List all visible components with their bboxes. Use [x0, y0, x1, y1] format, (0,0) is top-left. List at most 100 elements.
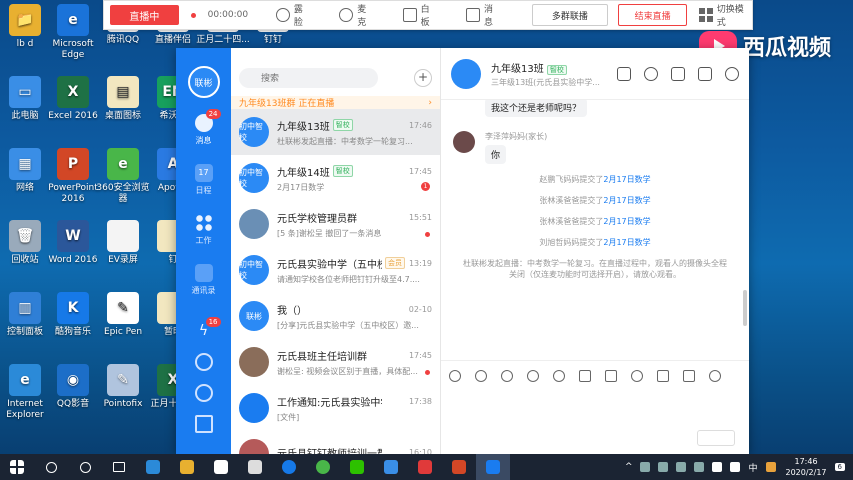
- add-button[interactable]: +: [414, 69, 432, 87]
- gif-icon[interactable]: [449, 369, 461, 382]
- chevron-right-icon: ›: [428, 97, 432, 108]
- conversation-item[interactable]: 初中智校元氏县实验中学（五中校...会员13:19 请通知学校各位老师把钉钉升级至…: [231, 247, 440, 293]
- image-icon[interactable]: [605, 369, 617, 382]
- doc-icon[interactable]: [709, 369, 721, 382]
- user-avatar[interactable]: 联彬: [187, 66, 220, 98]
- message-tool[interactable]: 消息: [466, 2, 501, 28]
- call-icon[interactable]: [631, 369, 643, 382]
- homework-link[interactable]: 2月17日数学: [603, 175, 650, 184]
- ime-icon[interactable]: [765, 462, 776, 472]
- clock-icon[interactable]: [644, 66, 658, 81]
- tray-icon-4[interactable]: [694, 462, 705, 472]
- system-tray: ^ 中 17:46 2020/2/17 6: [625, 456, 853, 478]
- conversation-body: 元氏县班主任培训群 17:45 谢松呈: 视频会议区别于直播，具体配...: [277, 348, 432, 377]
- conversation-name: 我（）: [277, 305, 307, 317]
- start-button[interactable]: [0, 454, 34, 480]
- nav-schedule[interactable]: 17 日程: [194, 164, 213, 196]
- recorder-icon: [418, 460, 432, 474]
- live-icon[interactable]: [698, 66, 712, 81]
- live-banner[interactable]: 九年级13班群 正在直播 ›: [231, 96, 440, 109]
- desktop-icon-glyph: ▦: [9, 148, 41, 180]
- thumb-icon[interactable]: [501, 369, 513, 382]
- emoji-icon[interactable]: [475, 369, 487, 382]
- conversation-item[interactable]: 工作通知:元氏县实验中学（五... 17:38 [文件]: [231, 385, 440, 431]
- taskbar-360[interactable]: [306, 454, 340, 480]
- nav-mail[interactable]: [194, 415, 213, 436]
- whiteboard-tool[interactable]: 白板: [402, 2, 438, 28]
- sender-avatar[interactable]: [453, 131, 475, 153]
- live-notice: 杜联彬发起直播：中考数学一轮复习。在直播过程中，观看人的摄像头全程关闭（仅连麦功…: [463, 259, 727, 279]
- live-status-button[interactable]: 直播中: [110, 5, 179, 25]
- message-input[interactable]: [441, 390, 749, 454]
- at-icon[interactable]: [553, 369, 565, 382]
- taskbar-slides[interactable]: [442, 454, 476, 480]
- folder-icon[interactable]: [671, 66, 685, 81]
- nav-phone[interactable]: [194, 353, 213, 374]
- chat-scrollbar[interactable]: [743, 290, 747, 326]
- homework-link[interactable]: 2月17日数学: [603, 238, 650, 247]
- watermark-text: 西瓜视频: [742, 36, 831, 61]
- multi-live-button[interactable]: 多群联播: [531, 4, 609, 26]
- taskbar-kugou[interactable]: [272, 454, 306, 480]
- network-icon[interactable]: [712, 462, 723, 472]
- notification-badge[interactable]: 6: [834, 463, 845, 471]
- taskbar-mail[interactable]: [238, 454, 272, 480]
- tray-icon-2[interactable]: [658, 462, 669, 472]
- cloud-icon: [194, 384, 213, 402]
- file-icon[interactable]: [579, 369, 591, 382]
- mail-icon-2[interactable]: [683, 369, 695, 382]
- nav-ding[interactable]: ϟ 16: [195, 317, 221, 343]
- speaker-icon[interactable]: [617, 66, 631, 81]
- cortana[interactable]: [68, 454, 102, 480]
- clock[interactable]: 17:46 2020/2/17: [786, 456, 827, 478]
- conversation-item[interactable]: 初中智校 九年级14班 智校 17:45 2月17日数学 1: [231, 155, 440, 201]
- conversation-row: 元氏县班主任培训群 17:45: [277, 348, 432, 363]
- video-icon[interactable]: [657, 369, 669, 382]
- switch-mode-button[interactable]: 切换模式: [698, 2, 752, 28]
- taskbar-ev[interactable]: [408, 454, 442, 480]
- camera-tool[interactable]: 露脸: [276, 2, 311, 28]
- conversation-tag: 智校: [332, 165, 353, 177]
- search-taskbar[interactable]: [34, 454, 68, 480]
- taskbar-explorer[interactable]: [170, 454, 204, 480]
- conversation-item[interactable]: 元氏学校管理员群 15:51 [5 条]谢松呈 撤回了一条消息: [231, 201, 440, 247]
- tray-icon-1[interactable]: [640, 462, 651, 472]
- conversation-item[interactable]: 元氏县班主任培训群 17:45 谢松呈: 视频会议区别于直播，具体配...: [231, 339, 440, 385]
- conversation-name: 九年级13班: [277, 121, 330, 133]
- task-view[interactable]: [102, 454, 136, 480]
- conversation-item[interactable]: 联彬 我（） 02-10 [分享]元氏县实验中学（五中校区）邀...: [231, 293, 440, 339]
- conversation-item[interactable]: 初中智校 九年级13班 智校 17:46 杜联彬发起直播：中考数学一轮复习...: [231, 109, 440, 155]
- taskbar-store[interactable]: [204, 454, 238, 480]
- group-avatar[interactable]: [451, 58, 481, 89]
- circle-icon: [79, 461, 91, 473]
- nav-contacts[interactable]: 通讯录: [192, 264, 216, 296]
- desktop-icon-glyph: ▤: [107, 76, 139, 108]
- conversation-row: 我（） 02-10: [277, 302, 432, 317]
- end-live-button[interactable]: 结束直播: [618, 4, 687, 26]
- nav-cloud[interactable]: [194, 384, 213, 405]
- desktop-icon-glyph: X: [57, 76, 89, 108]
- tray-icon-3[interactable]: [676, 462, 687, 472]
- taskbar-feishu[interactable]: [374, 454, 408, 480]
- scissors-icon[interactable]: [527, 369, 539, 382]
- whiteboard-label: 白板: [420, 5, 430, 28]
- search-input[interactable]: [239, 68, 378, 88]
- nav-work[interactable]: 工作: [194, 214, 213, 246]
- unread-badge: [425, 370, 430, 375]
- volume-icon[interactable]: [730, 462, 741, 472]
- send-button[interactable]: [697, 430, 735, 446]
- mic-tool[interactable]: 麦克: [339, 2, 374, 28]
- ime-indicator[interactable]: 中: [748, 461, 757, 474]
- homework-link[interactable]: 2月17日数学: [603, 217, 650, 226]
- messages-badge: 24: [205, 109, 221, 119]
- conversation-name: 元氏县班主任培训群: [277, 351, 367, 363]
- more-icon[interactable]: [725, 66, 739, 81]
- homework-link[interactable]: 2月17日数学: [603, 196, 650, 205]
- taskbar-dingtalk[interactable]: [476, 454, 510, 480]
- windows-icon: [10, 460, 24, 474]
- nav-messages[interactable]: 24 消息: [194, 109, 221, 146]
- message-icon: [466, 8, 480, 22]
- tray-up-icon[interactable]: ^: [625, 462, 633, 472]
- taskbar-edge[interactable]: [136, 454, 170, 480]
- taskbar-wechat[interactable]: [340, 454, 374, 480]
